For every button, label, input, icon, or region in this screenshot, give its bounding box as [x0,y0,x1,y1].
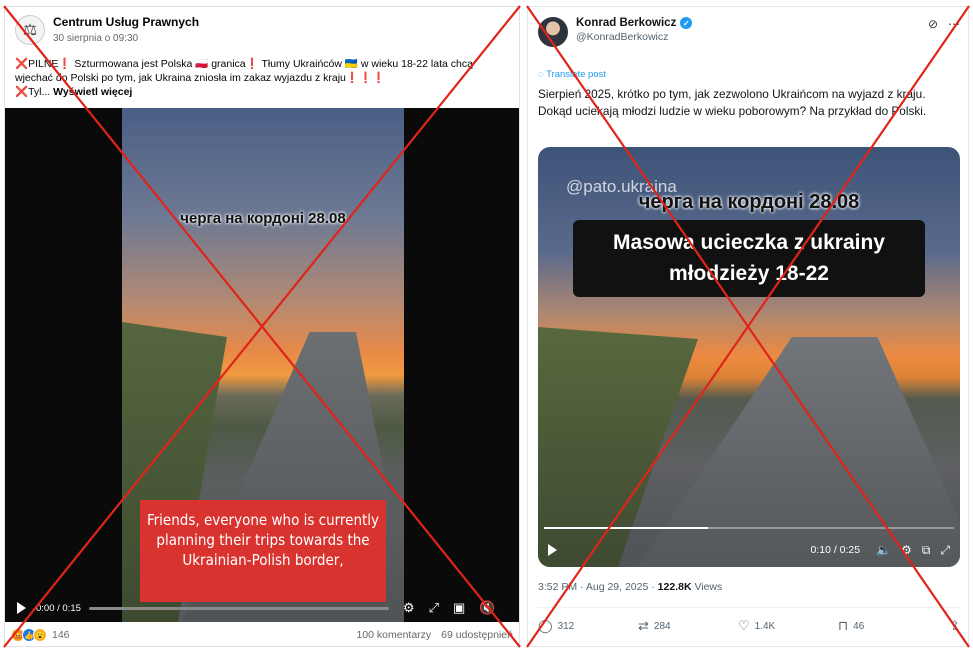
view-count: 122.8K [657,581,692,593]
repost-button[interactable]: ⇄ 284 [638,618,738,634]
repost-icon: ⇄ [638,618,649,633]
reply-icon: ◯ [538,618,553,633]
author-handle[interactable]: @KonradBerkowicz [576,31,692,43]
translate-label: Translate post [546,69,606,80]
mute-icon[interactable]: 🔇 [479,600,495,616]
like-count: 1.4K [754,620,776,632]
video-player[interactable]: @pato.ukraina черга на кордоні 28.08 Mas… [538,147,960,567]
action-bar: ◯ 312 ⇄ 284 ♡ 1.4K ⊓ 46 ⇪ [538,618,960,634]
video-caption-line: młodzieży 18-22 [669,262,829,285]
reactions[interactable]: 😡 👍 😮 [11,628,47,642]
post-date[interactable]: 30 sierpnia o 09:30 [53,32,199,46]
video-caption-box: Masowa ucieczka z ukrainy młodzieży 18-2… [573,220,925,297]
like-button[interactable]: ♡ 1.4K [738,618,838,634]
fullscreen-icon[interactable]: ⤢ [940,543,950,558]
page-name[interactable]: Centrum Usług Prawnych [53,15,199,30]
wow-reaction-icon: 😮 [33,628,47,642]
video-caption-top: черга на кордоні 28.08 [638,191,860,213]
comment-count[interactable]: 100 komentarzy [356,629,431,641]
settings-icon[interactable]: ⚙ [403,600,415,616]
video-player[interactable]: черга на кордоні 28.08 Friends, everyone… [5,108,519,622]
reply-button[interactable]: ◯ 312 [538,618,638,634]
facebook-post: ⚖ Centrum Usług Prawnych 30 sierpnia o 0… [4,6,520,647]
video-progress-fill [544,527,708,529]
play-icon[interactable] [17,602,26,614]
see-more-link[interactable]: Wyświetl więcej [53,86,132,98]
video-controls: 0:10 / 0:25 🔈 ⚙ ⧉ ⤢ [538,539,960,561]
x-post: Konrad Berkowicz ✓ @KonradBerkowicz ⊘ ⋯ ◌… [527,6,969,647]
video-caption-red-box: Friends, everyone who is currently plann… [140,500,386,602]
x-post-header: Konrad Berkowicz ✓ @KonradBerkowicz ⊘ ⋯ [538,17,960,47]
bookmark-icon: ⊓ [838,618,849,633]
video-caption-top: черга на кордоні 28.08 [180,210,346,227]
verified-badge-icon: ✓ [680,17,693,29]
video-caption-line: Masowa ucieczka z ukrainy [613,231,885,254]
picture-in-picture-icon[interactable]: ⧉ [922,543,931,558]
post-timestamp[interactable]: 3:52 PM · Aug 29, 2025 · 122.8K Views [538,581,722,593]
picture-in-picture-icon[interactable]: ▣ [453,600,465,616]
reply-count: 312 [557,620,575,632]
bookmark-button[interactable]: ⊓ 46 [838,618,938,634]
grok-icon[interactable]: ⊘ [928,17,938,31]
bookmark-count: 46 [853,620,865,632]
video-frame: черга на кордоні 28.08 Friends, everyone… [122,108,404,622]
divider [538,607,960,608]
settings-icon[interactable]: ⚙ [901,543,912,557]
video-controls: 0:00 / 0:15 ⚙ ⤢ ▣ 🔇 [5,594,519,622]
page-avatar[interactable]: ⚖ [15,15,45,45]
more-options-icon[interactable]: ⋯ [948,17,960,31]
video-progress-bar[interactable] [88,606,389,610]
post-text: ❌PILNE❗ Szturmowana jest Polska 🇵🇱 grani… [15,57,510,99]
views-label: Views [691,581,723,593]
fullscreen-icon[interactable]: ⤢ [429,600,439,616]
post-footer: 😡 👍 😮 146 100 komentarzy 69 udostępnień [5,624,519,646]
play-icon[interactable] [548,544,557,556]
comparison-screenshot: ⚖ Centrum Usług Prawnych 30 sierpnia o 0… [0,0,973,651]
volume-icon[interactable]: 🔈 [876,543,891,557]
video-time: 0:10 / 0:25 [810,544,861,556]
share-count[interactable]: 69 udostępnień [441,629,513,641]
author-name[interactable]: Konrad Berkowicz [576,17,676,29]
repost-count: 284 [653,620,671,632]
post-time: 3:52 PM · Aug 29, 2025 · [538,581,658,593]
video-progress-bar[interactable] [544,527,954,529]
video-time: 0:00 / 0:15 [36,602,81,614]
post-text-line: ❌PILNE❗ Szturmowana jest Polska 🇵🇱 grani… [15,58,473,70]
heart-icon: ♡ [738,618,750,633]
reaction-count[interactable]: 146 [52,629,70,641]
avatar[interactable] [538,17,568,47]
share-icon[interactable]: ⇪ [949,618,960,634]
globe-icon: ◌ [538,69,547,80]
post-text: Sierpień 2025, krótko po tym, jak zezwol… [538,87,927,118]
post-text-truncated: ❌Tyl... [15,86,51,98]
facebook-post-header: ⚖ Centrum Usług Prawnych 30 sierpnia o 0… [15,15,199,46]
post-text-line: wjechać do Polski po tym, jak Ukraina zn… [15,72,386,84]
translate-link[interactable]: ◌ Translate post [538,69,606,80]
